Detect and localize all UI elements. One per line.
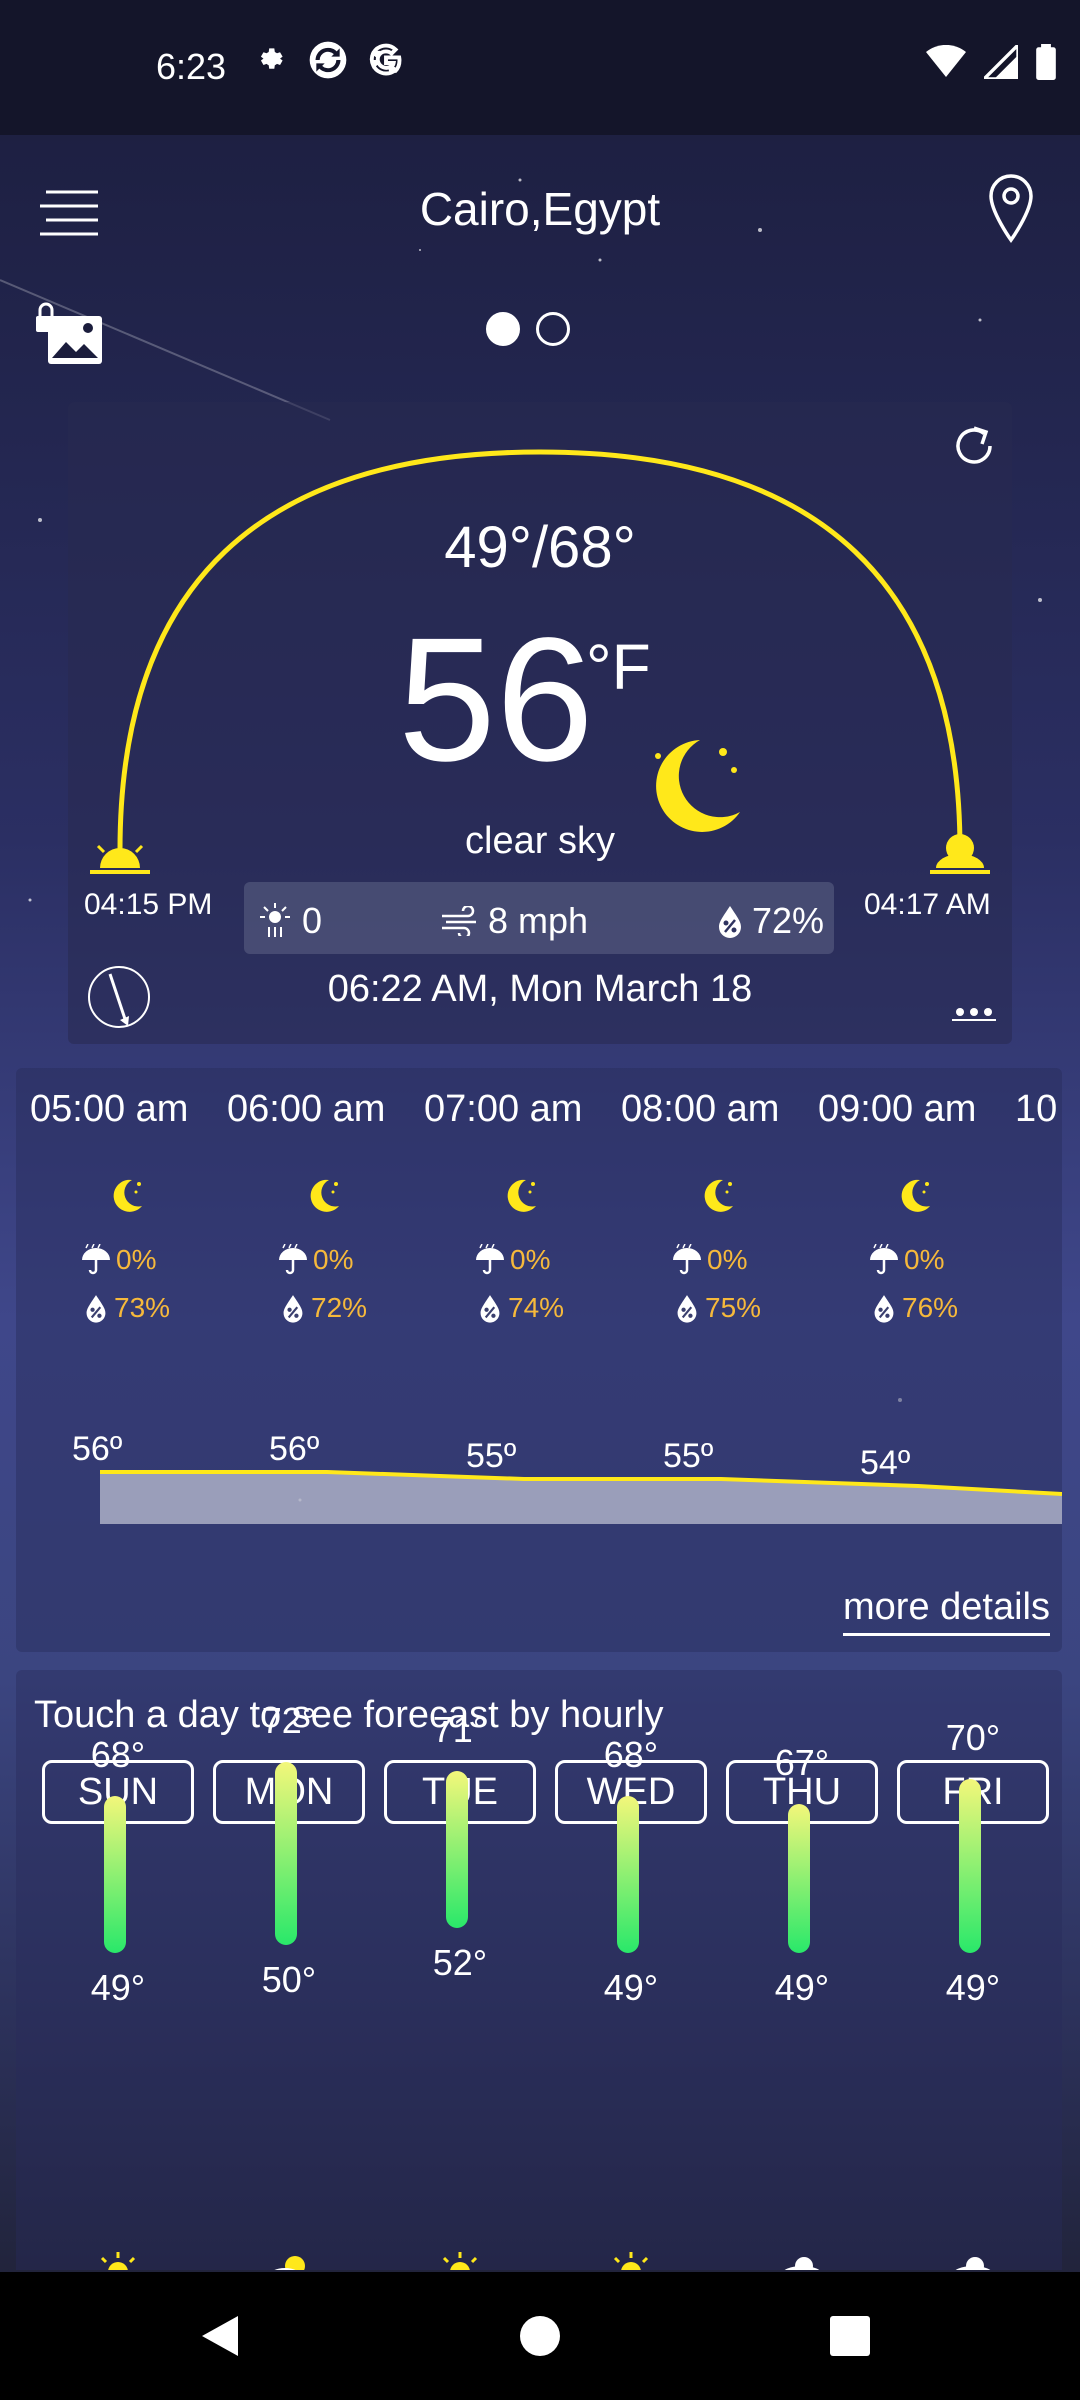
day-temp-bar [446, 1770, 468, 1929]
day-high-temp: 68° [603, 1733, 659, 1775]
wind-speed: 8 mph [440, 900, 588, 942]
battery-icon [1036, 44, 1056, 80]
hourly-forecast-card[interactable]: 05:00 am 0% 73% 06:00 am 0% 72% 07:00 am 0% 74% 0… [16, 1068, 1062, 1652]
sync-icon [309, 41, 347, 79]
hourly-temp-label: 56º [72, 1430, 122, 1468]
status-notification-icons [252, 40, 404, 80]
status-bar: 6:23 [0, 0, 1080, 135]
cloud-icon [784, 2257, 820, 2270]
sunset-icon [90, 836, 150, 874]
humidity: 72% [716, 900, 824, 942]
hourly-temp-label: 55º [466, 1437, 516, 1475]
sun-icon [100, 2252, 136, 2270]
day-temp-bar [275, 1762, 297, 1945]
partly-cloudy-icon [274, 2256, 305, 2270]
signal-icon [984, 45, 1018, 79]
day-temp-bar [788, 1803, 810, 1954]
day-low-temp: 49° [945, 1967, 1001, 2009]
sun-icon [613, 2252, 649, 2270]
home-icon[interactable] [520, 2316, 560, 2356]
day-high-temp: 72° [261, 1700, 317, 1742]
app-bar: Cairo,Egypt [0, 150, 1080, 270]
day-high-temp: 70° [945, 1717, 1001, 1758]
wind-value: 8 mph [488, 900, 589, 941]
page-dot-active[interactable] [486, 312, 520, 346]
hourly-temp-label: 55º [663, 1437, 713, 1475]
humidity-value: 72% [751, 900, 824, 941]
uv-index: 0 [260, 900, 322, 942]
day-temp-bar [959, 1779, 981, 1954]
day-temp-bar [617, 1795, 639, 1954]
hourly-temp-label: 56º [269, 1430, 319, 1468]
sunrise-icon [930, 834, 990, 874]
day-high-temp: 68° [90, 1733, 146, 1775]
sunrise-time: 04:17 AM [864, 888, 991, 921]
settings-icon [260, 48, 283, 69]
day-low-temp: 49° [90, 1967, 146, 2009]
wind-icon [442, 906, 476, 936]
more-options-icon[interactable] [952, 1006, 996, 1022]
wallpaper-lock-icon[interactable] [34, 302, 104, 366]
min-max-temperature: 49°/68° [444, 515, 636, 580]
uv-value: 0 [302, 900, 323, 941]
day-temp-bar [104, 1795, 126, 1954]
status-time: 6:23 [156, 46, 227, 87]
hourly-temperature-chart: 56º 56º 55º 55º 54º [72, 1430, 1062, 1524]
day-low-temp: 50° [261, 1959, 317, 2000]
hourly-temp-label: 54º [860, 1444, 910, 1482]
location-pin-icon[interactable] [986, 172, 1036, 244]
last-updated-time: 06:22 AM, Mon March 18 [327, 968, 753, 1010]
current-temperature: 56 [398, 602, 594, 798]
back-icon[interactable] [200, 2314, 240, 2358]
current-weather-card[interactable]: 49°/68° 56 °F clear sky 04:15 PM 04:17 A… [68, 402, 1012, 1044]
status-system-icons [926, 44, 1056, 80]
recent-apps-icon[interactable] [830, 2316, 870, 2356]
system-navigation-bar [0, 2272, 1080, 2400]
more-details-link[interactable]: more details [843, 1586, 1050, 1636]
uv-icon [260, 903, 290, 937]
location-title[interactable]: Cairo,Egypt [0, 182, 1080, 236]
weather-details-bar: 0 8 mph 72% [244, 882, 834, 954]
cloud-icon [955, 2257, 991, 2270]
temperature-unit[interactable]: °F [586, 630, 651, 704]
sunset-time: 04:15 PM [84, 888, 213, 921]
day-low-temp: 52° [432, 1942, 488, 1984]
humidity-icon [718, 906, 741, 938]
daily-forecast-card[interactable]: Touch a day to see forecast by hourly SU… [16, 1670, 1062, 2270]
day-high-temp: 71° [432, 1708, 488, 1750]
sun-icon [442, 2252, 478, 2270]
page-dot[interactable] [536, 312, 570, 346]
weather-condition: clear sky [465, 820, 615, 862]
google-icon [369, 43, 402, 76]
day-low-temp: 49° [774, 1967, 830, 2009]
wifi-icon [926, 45, 966, 77]
day-low-temp: 49° [603, 1967, 659, 2009]
day-high-temp: 67° [774, 1741, 830, 1783]
page-indicator[interactable] [486, 312, 570, 346]
